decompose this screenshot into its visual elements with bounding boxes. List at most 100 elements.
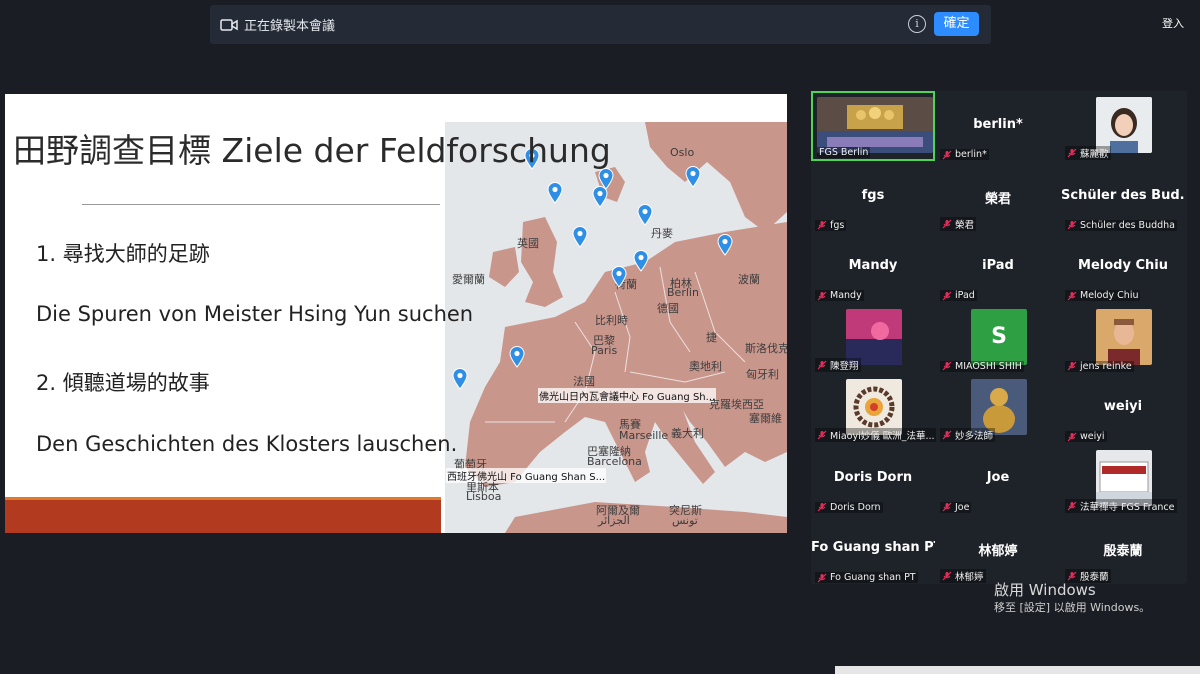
participant-tile[interactable]: S MIAOSHI SHIH: [936, 302, 1060, 373]
participant-tile[interactable]: 殷泰蘭 殷泰蘭: [1061, 514, 1185, 584]
muted-mic-icon: [1067, 220, 1077, 230]
map-label-hungary: 匈牙利: [746, 368, 779, 381]
map-pin-icon: [592, 186, 608, 208]
map-pin-icon: [452, 368, 468, 390]
participant-tile[interactable]: Fo Guang shan PT Fo Guang shan PT: [811, 514, 935, 584]
participant-tile[interactable]: fgs fgs: [811, 161, 935, 232]
avatar: [971, 379, 1027, 435]
muted-mic-icon: [942, 430, 952, 440]
muted-mic-icon: [817, 291, 827, 300]
participant-display-name: 殷泰蘭: [1103, 544, 1143, 559]
participant-tile[interactable]: jens reinke: [1061, 302, 1185, 373]
info-icon[interactable]: i: [908, 15, 926, 33]
point-1-german: Die Spuren von Meister Hsing Yun suchen: [36, 302, 474, 326]
participant-name-label: Melody Chiu: [1065, 290, 1141, 301]
muted-mic-icon: [817, 220, 827, 230]
avatar: [846, 308, 902, 365]
participant-tile[interactable]: Miaoyi妙儀 歐洲_法華...: [811, 373, 937, 443]
participant-tile[interactable]: 妙多法師: [936, 373, 1060, 443]
avatar: [1096, 449, 1152, 506]
map-pin-icon: [717, 234, 733, 256]
participant-tile[interactable]: 林郁婷 林郁婷: [936, 514, 1060, 584]
participant-display-name: Melody Chiu: [1078, 258, 1168, 273]
muted-mic-icon: [1067, 361, 1077, 371]
recording-status-text: 正在錄製本會議: [244, 19, 336, 34]
participant-name-label: berlin*: [940, 149, 989, 160]
map-pin-icon: [509, 346, 525, 368]
participant-display-name: Fo Guang shan PT: [811, 540, 935, 555]
participant-tile[interactable]: 蘇麗歡: [1061, 91, 1185, 161]
avatar: [1096, 97, 1152, 153]
participant-display-name: Mandy: [848, 258, 898, 273]
map-label-belgium: 比利時: [595, 314, 628, 327]
participant-name-label: 蘇麗歡: [1065, 146, 1111, 160]
map-pin-icon: [685, 166, 701, 188]
windows-activation-title: 啟用 Windows: [994, 581, 1096, 599]
map-label-slovakia: 斯洛伐克: [745, 342, 787, 355]
participant-name-label: weiyi: [1065, 431, 1107, 442]
map-label-berlin: Berlin: [667, 286, 699, 299]
participant-name-label: Joe: [940, 501, 972, 513]
map-label-uk: 英國: [517, 237, 539, 250]
participant-name-label: MIAOSHI SHIH: [940, 360, 1024, 372]
windows-activation-subtitle: 移至 [設定] 以啟用 Windows。: [994, 601, 1151, 614]
muted-mic-icon: [942, 571, 952, 581]
participant-tile[interactable]: 法華禪寺 FGS France: [1061, 443, 1185, 514]
slide-title: 田野調查目標 Ziele der Feldforschung: [13, 131, 611, 170]
map-label-oslo: Oslo: [670, 146, 695, 159]
participant-tile[interactable]: Doris Dorn Doris Dorn: [811, 443, 935, 514]
map-label-france: 法國: [573, 375, 595, 388]
participant-name-label: 榮君: [940, 216, 977, 231]
participant-gallery[interactable]: FGS Berlin berlin* berlin* 蘇麗歡 fgs fgs 榮君 榮君 Sch…: [811, 91, 1187, 584]
participant-tile[interactable]: Melody Chiu Melody Chiu: [1061, 232, 1185, 302]
participant-tile[interactable]: iPad iPad: [936, 232, 1060, 302]
participant-name-label: 妙多法師: [940, 428, 996, 442]
participant-tile[interactable]: weiyi weiyi: [1061, 373, 1185, 443]
map-tag-geneva: 佛光山日內瓦會議中心 Fo Guang Sh...: [538, 388, 717, 403]
participant-tile[interactable]: Schüler des Bud... Schüler des Buddha: [1061, 161, 1185, 232]
participant-tile[interactable]: Joe Joe: [936, 443, 1060, 514]
recording-banner: 正在錄製本會議 i 確定: [210, 5, 991, 44]
participant-name-label: jens reinke: [1065, 360, 1134, 372]
avatar: [846, 379, 902, 435]
point-2-chinese: 2. 傾聽道場的故事: [36, 371, 210, 395]
map-label-serbia: 塞爾維: [749, 412, 782, 425]
map-label-paris: Paris: [591, 344, 618, 357]
title-divider: [82, 204, 440, 205]
participant-tile[interactable]: Mandy Mandy: [811, 232, 935, 302]
participant-name-label: iPad: [940, 290, 977, 301]
muted-mic-icon: [817, 430, 827, 440]
taskbar-strip: [835, 666, 1200, 674]
avatar-letter: S: [971, 308, 1027, 365]
participant-tile[interactable]: berlin* berlin*: [936, 91, 1060, 161]
map-label-poland: 波蘭: [738, 273, 760, 286]
participant-tile[interactable]: FGS Berlin: [811, 91, 935, 161]
participant-display-name: 榮君: [984, 191, 1011, 207]
participant-name-label: 陳登翔: [815, 357, 861, 372]
participant-name-label: 法華禪寺 FGS France: [1065, 498, 1177, 513]
map-label-denmark: 丹麥: [651, 227, 673, 240]
participant-display-name: 林郁婷: [978, 544, 1018, 559]
muted-mic-icon: [942, 291, 952, 300]
participant-name-label: Fo Guang shan PT: [815, 572, 918, 583]
map-pin-icon: [633, 250, 649, 272]
login-link[interactable]: 登入: [1162, 15, 1184, 31]
muted-mic-icon: [817, 573, 827, 582]
point-1-chinese: 1. 尋找大師的足跡: [36, 242, 210, 266]
video-camera-icon: [220, 18, 238, 31]
point-2-german: Den Geschichten des Klosters lauschen.: [36, 432, 458, 456]
map-label-algeria-ar: الجزائر: [598, 514, 630, 527]
participant-tile[interactable]: 榮君 榮君: [936, 161, 1060, 232]
map-label-ireland: 愛爾蘭: [452, 273, 485, 286]
ok-button[interactable]: 確定: [934, 12, 979, 36]
participant-tile[interactable]: 陳登翔: [811, 302, 935, 373]
map-label-lisbon: Lisboa: [466, 490, 502, 503]
map-pin-icon: [637, 204, 653, 226]
shared-slide: 田野調查目標 Ziele der Feldforschung 1. 尋找大師的足…: [5, 94, 787, 533]
muted-mic-icon: [1067, 501, 1077, 510]
video-thumbnail: [817, 97, 933, 153]
participant-name-label: fgs: [815, 219, 847, 231]
muted-mic-icon: [942, 150, 952, 159]
map-label-tunisia-ar: تونس: [672, 514, 698, 527]
muted-mic-icon: [942, 502, 952, 512]
